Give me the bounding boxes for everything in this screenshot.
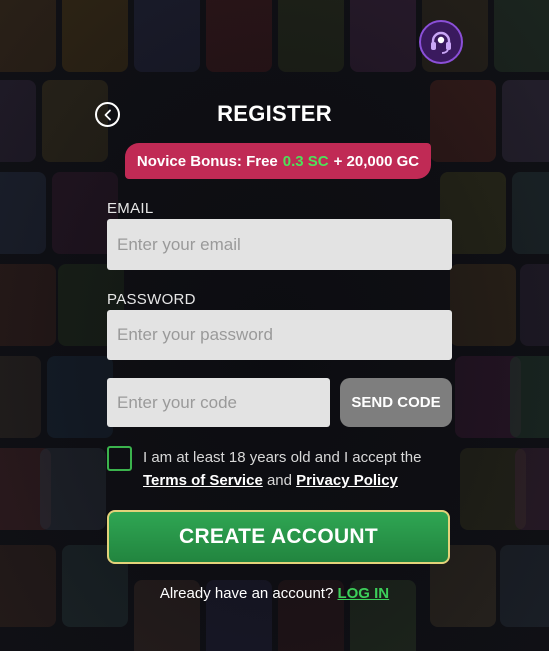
bonus-prefix: Novice Bonus: Free	[136, 152, 278, 170]
terms-of-service-link[interactable]: Terms of Service	[143, 472, 263, 489]
log-in-link[interactable]: LOG IN	[337, 585, 389, 602]
terms-and-text: and	[266, 472, 292, 489]
login-prompt-text: Already have an account?	[159, 585, 334, 602]
password-field[interactable]	[107, 310, 452, 360]
terms-text: I am at least 18 years old and I accept …	[143, 449, 422, 466]
password-label: PASSWORD	[107, 291, 196, 308]
login-prompt: Already have an account? LOG IN	[0, 585, 549, 602]
headset-icon	[431, 31, 451, 54]
page-title: REGISTER	[217, 101, 332, 126]
privacy-policy-link[interactable]: Privacy Policy	[296, 472, 398, 489]
terms-links-line: Terms of Service and Privacy Policy	[143, 472, 398, 489]
age-terms-checkbox[interactable]	[107, 446, 132, 471]
bonus-sc-amount: 0.3 SC	[282, 152, 329, 170]
bonus-gc-amount: + 20,000 GC	[333, 152, 420, 170]
send-code-button[interactable]: SEND CODE	[340, 378, 452, 427]
email-field[interactable]	[107, 219, 452, 270]
email-label: EMAIL	[107, 200, 154, 217]
support-button[interactable]	[419, 20, 463, 64]
novice-bonus-banner: Novice Bonus: Free 0.3 SC + 20,000 GC	[125, 143, 431, 179]
verification-code-field[interactable]	[107, 378, 330, 427]
create-account-button[interactable]: CREATE ACCOUNT	[107, 510, 450, 564]
